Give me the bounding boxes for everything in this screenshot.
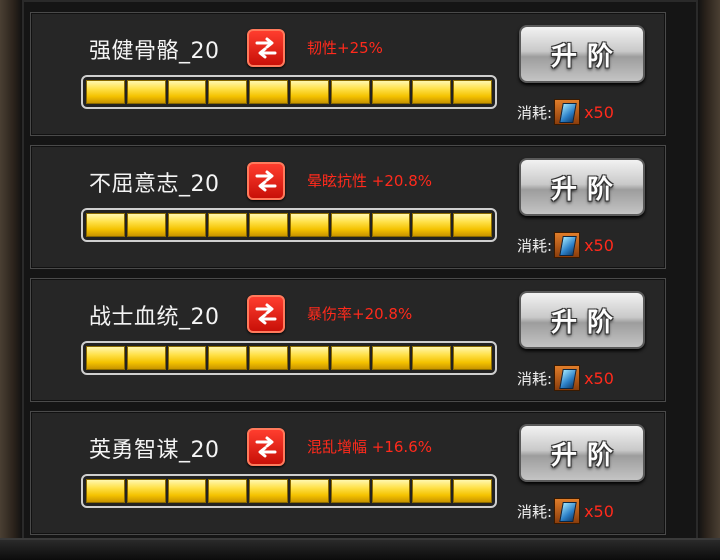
progress-segment (208, 479, 248, 503)
progress-segment (330, 479, 370, 503)
stat-bonus: 晕眩抗性 +20.8% (307, 172, 432, 190)
skill-panel: 强健骨骼_20 韧性+25% 升阶 消耗: x50 (30, 12, 666, 136)
swap-arrows-icon (255, 37, 277, 59)
progress-segment (167, 80, 207, 104)
cost-label: 消耗: (517, 236, 553, 255)
skill-book-icon (554, 498, 581, 524)
upgrade-button[interactable]: 升阶 (519, 291, 645, 349)
swap-button[interactable] (247, 162, 285, 200)
cost-quantity: x50 (584, 235, 614, 255)
skill-name: 英勇智谋_20 (89, 438, 220, 463)
progress-segment (86, 213, 125, 237)
progress-segment (289, 479, 329, 503)
progress-segment (371, 479, 411, 503)
progress-segment (208, 346, 248, 370)
upgrade-button[interactable]: 升阶 (519, 424, 645, 482)
cost-quantity: x50 (584, 102, 614, 122)
swap-button[interactable] (247, 29, 285, 67)
cost-label: 消耗: (517, 502, 553, 521)
progress-segment (249, 479, 288, 503)
swap-button[interactable] (247, 295, 285, 333)
cost-quantity: x50 (584, 368, 614, 388)
progress-segment (208, 80, 248, 104)
progress-segment (167, 213, 207, 237)
swap-arrows-icon (255, 170, 277, 192)
progress-segment (371, 346, 411, 370)
progress-segment (453, 213, 492, 237)
skill-panel: 战士血统_20 暴伤率+20.8% 升阶 消耗: x50 (30, 278, 666, 402)
cost-row: 消耗: x50 (517, 97, 614, 127)
skill-book-icon (554, 365, 581, 391)
progress-segment (289, 80, 329, 104)
progress-segment (289, 213, 329, 237)
cost-row: 消耗: x50 (517, 496, 614, 526)
progress-segment (208, 213, 248, 237)
stat-bonus: 混乱增幅 +16.6% (307, 438, 432, 456)
progress-segment (330, 346, 370, 370)
progress-bar (81, 75, 497, 109)
upgrade-button[interactable]: 升阶 (519, 25, 645, 83)
progress-segment (126, 213, 166, 237)
swap-arrows-icon (255, 436, 277, 458)
stat-bonus: 韧性+25% (307, 39, 383, 57)
progress-segment (453, 479, 492, 503)
cost-quantity: x50 (584, 501, 614, 521)
progress-segment (86, 346, 125, 370)
progress-segment (453, 80, 492, 104)
swap-arrows-icon (255, 303, 277, 325)
upgrade-label: 升阶 (550, 174, 623, 205)
progress-segment (412, 80, 452, 104)
progress-segment (412, 479, 452, 503)
progress-segment (371, 80, 411, 104)
skill-name: 战士血统_20 (89, 305, 220, 330)
progress-segment (167, 346, 207, 370)
skill-name: 不屈意志_20 (89, 172, 220, 197)
skill-book-icon (554, 232, 581, 258)
upgrade-label: 升阶 (550, 307, 623, 338)
progress-segment (412, 213, 452, 237)
progress-segment (330, 80, 370, 104)
upgrade-label: 升阶 (550, 41, 623, 72)
skill-panel: 英勇智谋_20 混乱增幅 +16.6% 升阶 消耗: x50 (30, 411, 666, 535)
progress-segment (126, 479, 166, 503)
progress-bar (81, 208, 497, 242)
upgrade-button[interactable]: 升阶 (519, 158, 645, 216)
skill-book-icon (554, 99, 581, 125)
progress-segment (412, 346, 452, 370)
progress-segment (453, 346, 492, 370)
cost-row: 消耗: x50 (517, 363, 614, 393)
skill-name: 强健骨骼_20 (89, 39, 220, 64)
bottom-bar (0, 538, 720, 560)
progress-segment (249, 346, 288, 370)
progress-segment (289, 346, 329, 370)
progress-segment (371, 213, 411, 237)
cost-label: 消耗: (517, 369, 553, 388)
swap-button[interactable] (247, 428, 285, 466)
skill-panel: 不屈意志_20 晕眩抗性 +20.8% 升阶 消耗: x50 (30, 145, 666, 269)
cost-row: 消耗: x50 (517, 230, 614, 260)
cost-label: 消耗: (517, 103, 553, 122)
progress-bar (81, 474, 497, 508)
progress-bar (81, 341, 497, 375)
progress-segment (249, 213, 288, 237)
progress-segment (330, 213, 370, 237)
progress-segment (249, 80, 288, 104)
progress-segment (126, 80, 166, 104)
progress-segment (167, 479, 207, 503)
stat-bonus: 暴伤率+20.8% (307, 305, 413, 323)
progress-segment (86, 479, 125, 503)
progress-segment (126, 346, 166, 370)
progress-segment (86, 80, 125, 104)
upgrade-label: 升阶 (550, 440, 623, 471)
